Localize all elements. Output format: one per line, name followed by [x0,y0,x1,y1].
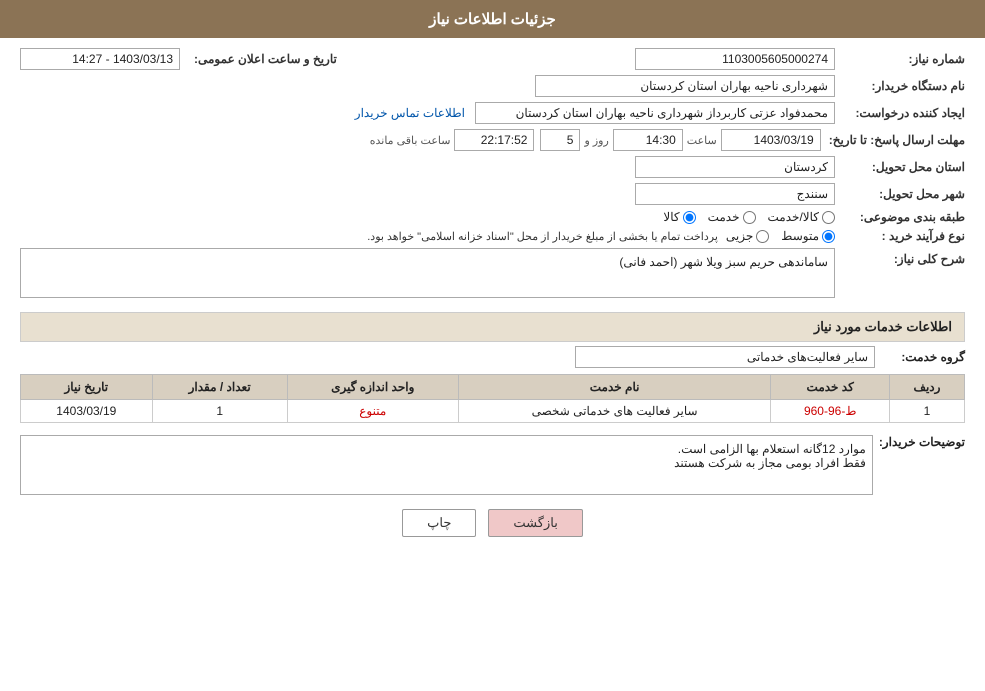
category-option-kala-khedmat[interactable]: کالا/خدمت [768,210,835,224]
response-deadline-label: مهلت ارسال پاسخ: تا تاریخ: [821,133,965,147]
col-name: نام خدمت [458,375,771,400]
category-label-khedmat: خدمت [708,210,740,224]
response-days-value: 5 [540,129,580,151]
col-date: تاریخ نیاز [21,375,153,400]
back-button[interactable]: بازگشت [488,509,582,537]
buyer-org-label: نام دستگاه خریدار: [835,79,965,93]
buyer-notes-box: موارد 12گانه استعلام بها الزامی است. فقط… [20,435,873,495]
city-value: سنندج [635,183,835,205]
cell-unit: متنوع [287,400,458,423]
services-section-title: اطلاعات خدمات مورد نیاز [20,312,965,342]
category-label: طبقه بندی موضوعی: [835,210,965,224]
buyer-org-value: شهرداری ناحیه بهاران استان کردستان [535,75,835,97]
response-time-value: 14:30 [613,129,683,151]
city-label: شهر محل تحویل: [835,187,965,201]
col-unit: واحد اندازه گیری [287,375,458,400]
purchase-type-label-jozii: جزیی [726,229,753,243]
need-description-value: ساماندهی حریم سبز ویلا شهر (احمد فانی) [619,255,828,269]
cell-date: 1403/03/19 [21,400,153,423]
response-days-label: روز و [580,134,612,147]
category-label-kala: کالا [663,210,679,224]
purchase-type-radio-group: متوسط جزیی [726,229,835,243]
need-number-label: شماره نیاز: [835,52,965,66]
category-radio-kala[interactable] [683,211,696,224]
buyer-notes-line1: موارد 12گانه استعلام بها الزامی است. [27,442,866,456]
service-group-label: گروه خدمت: [875,350,965,364]
col-code: کد خدمت [771,375,890,400]
announce-date-label: تاریخ و ساعت اعلان عمومی: [186,52,337,66]
category-option-kala[interactable]: کالا [663,210,695,224]
services-table: ردیف کد خدمت نام خدمت واحد اندازه گیری ت… [20,374,965,423]
col-row: ردیف [890,375,965,400]
buyer-notes-line2: فقط افراد بومی مجاز به شرکت هستند [27,456,866,470]
creator-label: ایجاد کننده درخواست: [835,106,965,120]
col-count: تعداد / مقدار [152,375,287,400]
service-group-value: سایر فعالیت‌های خدماتی [575,346,875,368]
announce-date-value: 1403/03/13 - 14:27 [20,48,180,70]
cell-code: ط-96-960 [771,400,890,423]
category-radio-kala-khedmat[interactable] [822,211,835,224]
response-time-label: ساعت [683,134,721,147]
purchase-type-label-motavasset: متوسط [781,229,819,243]
category-label-kala-khedmat: کالا/خدمت [768,210,819,224]
province-label: استان محل تحویل: [835,160,965,174]
response-date-value: 1403/03/19 [721,129,821,151]
cell-row: 1 [890,400,965,423]
purchase-type-radio-motavasset[interactable] [822,230,835,243]
page-title: جزئیات اطلاعات نیاز [429,11,556,28]
need-number-value: 1103005605000274 [635,48,835,70]
contact-link[interactable]: اطلاعات تماس خریدار [355,106,465,120]
buyer-notes-label: توضیحات خریدار: [873,431,965,449]
purchase-type-option-jozii[interactable]: جزیی [726,229,769,243]
cell-name: سایر فعالیت های خدماتی شخصی [458,400,771,423]
need-description-box: ساماندهی حریم سبز ویلا شهر (احمد فانی) [20,248,835,298]
action-buttons: بازگشت چاپ [20,509,965,537]
print-button[interactable]: چاپ [402,509,476,537]
response-remaining-label: ساعت باقی مانده [366,134,455,147]
purchase-type-option-motavasset[interactable]: متوسط [781,229,835,243]
purchase-type-note: پرداخت تمام یا بخشی از مبلغ خریدار از مح… [367,230,718,243]
response-remaining-value: 22:17:52 [454,129,534,151]
category-option-khedmat[interactable]: خدمت [708,210,756,224]
cell-count: 1 [152,400,287,423]
table-row: 1 ط-96-960 سایر فعالیت های خدماتی شخصی م… [21,400,965,423]
creator-value: محمدفواد عزتی کاربرداز شهرداری ناحیه بها… [475,102,835,124]
need-description-label: شرح کلی نیاز: [835,248,965,266]
purchase-type-label: نوع فرآیند خرید : [835,229,965,243]
province-value: کردستان [635,156,835,178]
page-header: جزئیات اطلاعات نیاز [0,0,985,38]
category-radio-group: کالا/خدمت خدمت کالا [663,210,835,224]
purchase-type-radio-jozii[interactable] [756,230,769,243]
category-radio-khedmat[interactable] [743,211,756,224]
